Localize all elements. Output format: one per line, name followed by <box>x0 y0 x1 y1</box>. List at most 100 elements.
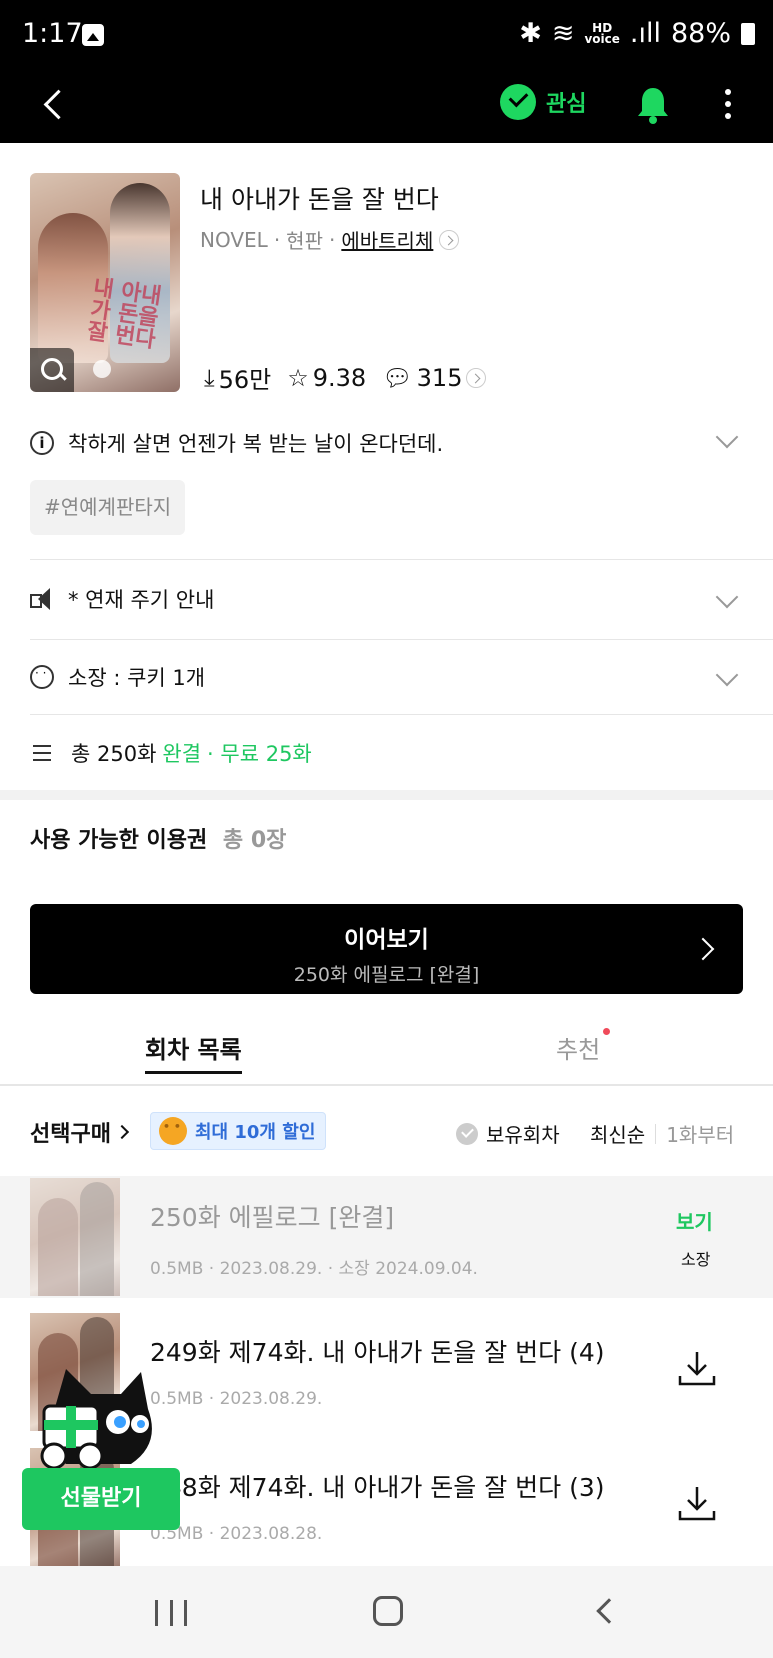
owned-filter-toggle[interactable]: 보유회차 <box>456 1119 560 1148</box>
divider <box>30 639 773 640</box>
home-button[interactable] <box>373 1596 403 1626</box>
download-icon: ⤓ <box>204 363 215 392</box>
schedule-row[interactable]: * 연재 주기 안내 <box>30 577 745 621</box>
continue-title: 이어보기 <box>344 927 429 953</box>
work-category: NOVEL <box>200 227 268 252</box>
synopsis-text: 착하게 살면 언젠가 복 받는 날이 온다던데. <box>68 432 444 456</box>
select-buy-button[interactable]: 선택구매 <box>30 1116 130 1148</box>
chevron-right-icon[interactable] <box>439 229 460 250</box>
discount-badge[interactable]: 최대 10개 할인 <box>150 1112 327 1150</box>
continue-subtitle: 250화 에필로그 [완결] <box>293 964 480 986</box>
meta-separator: · <box>273 227 281 252</box>
download-icon <box>678 1487 716 1521</box>
dot <box>725 113 731 119</box>
episode-thumbnail <box>30 1178 120 1296</box>
downloads-stat: ⤓ 56만 <box>204 360 271 395</box>
sort-latest[interactable]: 최신순 <box>590 1119 645 1148</box>
bell-icon <box>638 88 668 124</box>
cookie-icon <box>159 1117 187 1145</box>
owned-text: 소장 : 쿠키 1개 <box>68 666 206 690</box>
divider <box>655 1123 657 1144</box>
completed-label: 완결 <box>162 742 202 766</box>
synopsis-row[interactable]: i 착하게 살면 언젠가 복 받는 날이 온다던데. <box>30 423 745 463</box>
cookie-icon <box>30 665 54 689</box>
zoom-icon[interactable] <box>30 348 74 392</box>
chevron-down-icon <box>715 585 739 609</box>
chevron-right-icon <box>466 367 487 388</box>
divider <box>30 559 773 560</box>
download-button[interactable] <box>675 1481 719 1525</box>
total-episodes: 총 250화 <box>71 742 157 766</box>
cover-indicator <box>93 360 111 378</box>
comment-icon: 💬︎ <box>382 363 413 392</box>
section-gap <box>0 790 773 800</box>
nav-back-button[interactable] <box>596 1598 622 1624</box>
tab-episodes[interactable]: 회차 목록 <box>145 1030 242 1074</box>
download-icon <box>678 1352 716 1386</box>
author-link[interactable]: 에바트리체 <box>341 225 433 254</box>
sort-first[interactable]: 1화부터 <box>666 1119 734 1148</box>
hd-voice-icon: HD voice <box>584 20 620 46</box>
passes-count: 총 0장 <box>222 828 287 853</box>
passes-label: 사용 가능한 이용권 <box>30 828 208 853</box>
episode-row[interactable]: 250화 에필로그 [완결] 0.5MB · 2023.08.29. · 소장 … <box>0 1176 773 1298</box>
bar <box>184 1600 187 1626</box>
favorite-label: 관심 <box>546 92 587 117</box>
discount-label: 최대 10개 할인 <box>195 1122 316 1143</box>
gallery-icon <box>82 24 104 46</box>
work-meta: NOVEL · 현판 · 에바트리체 <box>200 225 460 254</box>
owned-filter-label: 보유회차 <box>486 1123 560 1147</box>
signal-icon: .ıll <box>629 18 661 49</box>
chevron-right-icon <box>114 1124 130 1140</box>
chevron-down-icon <box>715 425 739 449</box>
free-episodes: · 무료 25화 <box>207 742 312 766</box>
info-icon: i <box>30 431 54 455</box>
comments-stat[interactable]: 💬︎ 315 <box>382 363 487 392</box>
episode-title: 250화 에필로그 [완결] <box>150 1203 395 1232</box>
star-icon: ☆ <box>287 363 309 392</box>
rating-value: 9.38 <box>312 363 367 392</box>
view-button[interactable]: 보기 <box>676 1206 713 1235</box>
continue-reading-button[interactable]: 이어보기 250화 에필로그 [완결] <box>30 904 743 994</box>
episode-count-row: 총 250화 완결 · 무료 25화 <box>30 731 745 775</box>
episode-title: 249화 제74화. 내 아내가 돈을 잘 번다 (4) <box>150 1338 605 1367</box>
chevron-down-icon <box>715 663 739 687</box>
owned-row[interactable]: 소장 : 쿠키 1개 <box>30 655 745 699</box>
status-bar: 1:17 ✱ ≋ HD voice .ıll 88% <box>0 0 773 70</box>
check-icon <box>456 1122 478 1145</box>
owned-label: 소장 <box>681 1250 711 1269</box>
notification-bell-button[interactable] <box>636 84 670 124</box>
comments-count: 315 <box>416 363 463 392</box>
episode-meta: 0.5MB · 2023.08.29. <box>150 1389 323 1409</box>
tab-recommend[interactable]: 추천 <box>556 1030 600 1065</box>
more-menu-button[interactable] <box>718 84 738 124</box>
work-genre: 현판 <box>286 229 323 253</box>
status-right: ✱ ≋ HD voice .ıll 88% <box>519 18 755 49</box>
available-passes: 사용 가능한 이용권 총 0장 <box>30 822 286 854</box>
downloads-count: 56만 <box>218 366 272 394</box>
rating-stat: ☆ 9.38 <box>287 364 366 392</box>
schedule-text: * 연재 주기 안내 <box>68 588 215 612</box>
meta-separator: · <box>328 227 336 252</box>
download-button[interactable] <box>675 1346 719 1390</box>
genre-tag[interactable]: #연예계판타지 <box>30 480 186 535</box>
dot <box>725 101 731 107</box>
divider <box>30 714 773 715</box>
favorite-button[interactable]: 관심 <box>500 84 586 120</box>
dot <box>725 89 731 95</box>
cover-title-art: 내 아내가 돈을 잘 번다 <box>85 275 164 354</box>
gift-button[interactable]: 선물받기 <box>22 1468 180 1530</box>
battery-icon <box>741 22 755 45</box>
bar <box>169 1600 173 1626</box>
app-header: 관심 <box>0 70 773 143</box>
cover-image[interactable]: 내 아내가 돈을 잘 번다 <box>30 173 180 392</box>
recent-apps-button[interactable] <box>155 1600 187 1626</box>
episode-meta: 0.5MB · 2023.08.29. · 소장 2024.09.04. <box>150 1259 478 1279</box>
back-button[interactable] <box>36 84 76 124</box>
sort-options: 최신순 1화부터 <box>590 1119 734 1148</box>
work-title: 내 아내가 돈을 잘 번다 <box>200 185 439 214</box>
system-nav-bar <box>0 1566 773 1658</box>
status-time: 1:17 <box>22 18 83 49</box>
wifi-icon: ≋ <box>551 18 575 49</box>
list-icon <box>33 745 51 761</box>
